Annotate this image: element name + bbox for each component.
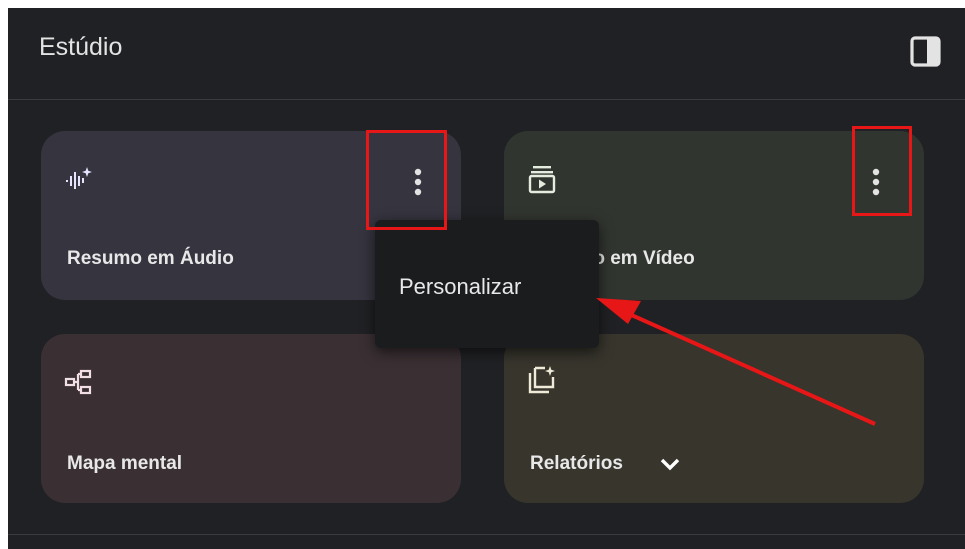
chevron-down-icon[interactable] bbox=[659, 454, 681, 474]
menu-item-label: Personalizar bbox=[399, 274, 522, 299]
studio-header: Estúdio bbox=[8, 8, 965, 100]
side-panel-icon[interactable] bbox=[909, 35, 942, 68]
menu-item-personalize[interactable]: Personalizar bbox=[375, 260, 599, 308]
mind-map-card[interactable]: Mapa mental bbox=[41, 334, 461, 503]
audio-more-options-button[interactable] bbox=[405, 162, 431, 202]
mind-map-icon bbox=[64, 368, 94, 398]
reports-card[interactable]: Relatórios bbox=[504, 334, 924, 503]
divider bbox=[8, 534, 965, 535]
studio-panel: Estúdio Resumo em Áudio Resumo em Vídeo … bbox=[8, 8, 965, 549]
card-label-reports: Relatórios bbox=[530, 453, 623, 474]
context-menu: Personalizar bbox=[375, 220, 599, 348]
more-vert-icon bbox=[872, 168, 880, 196]
card-label-audio: Resumo em Áudio bbox=[67, 248, 234, 269]
more-vert-icon bbox=[414, 168, 422, 196]
audio-sparkle-icon bbox=[64, 164, 94, 194]
page-title: Estúdio bbox=[39, 33, 123, 61]
report-sparkle-icon bbox=[527, 365, 557, 395]
video-more-options-button[interactable] bbox=[863, 162, 889, 202]
card-label-mind-map: Mapa mental bbox=[67, 453, 183, 474]
video-playlist-icon bbox=[527, 164, 557, 194]
